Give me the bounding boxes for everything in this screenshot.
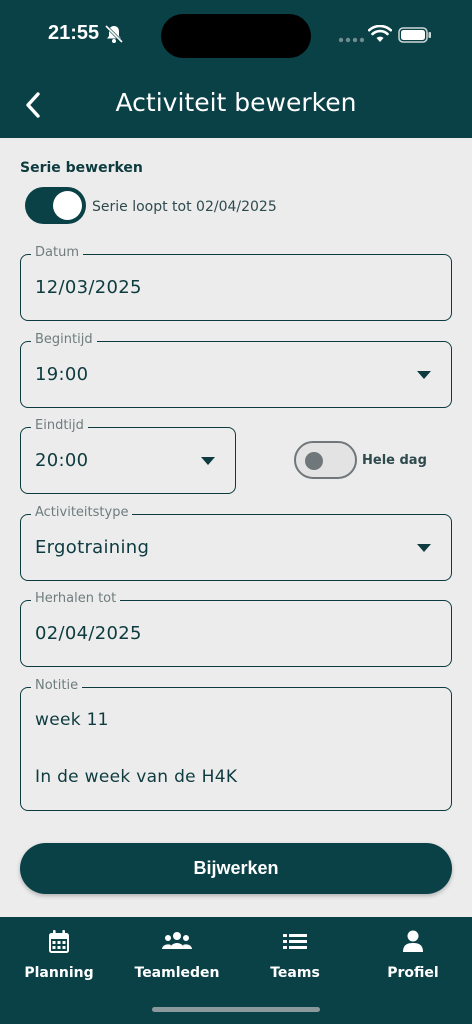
start-time-value: 19:00 <box>35 364 89 385</box>
note-line: In de week van de H4K <box>35 767 238 787</box>
dropdown-caret-icon <box>417 544 431 552</box>
all-day-toggle[interactable] <box>294 441 357 479</box>
end-time-label: Eindtijd <box>31 418 88 434</box>
end-time-select[interactable]: Eindtijd 20:00 <box>20 418 236 494</box>
series-section-label: Serie bewerken <box>20 160 143 176</box>
tab-teams-label: Teams <box>270 965 320 981</box>
series-toggle[interactable] <box>25 187 86 224</box>
activity-type-value: Ergotraining <box>35 537 150 558</box>
tab-teamleden-label: Teamleden <box>134 965 220 981</box>
person-icon <box>403 930 423 952</box>
activity-type-select[interactable]: Activiteitstype Ergotraining <box>20 505 452 581</box>
signal-icon <box>338 37 364 43</box>
app-header: 21:55 Activiteit bewerken <box>0 0 472 138</box>
date-field-label: Datum <box>31 245 83 261</box>
people-icon <box>162 932 192 949</box>
repeat-until-label: Herhalen tot <box>31 591 121 607</box>
tab-planning[interactable]: Planning <box>0 917 118 997</box>
dropdown-caret-icon <box>201 457 215 465</box>
wifi-icon <box>368 25 392 42</box>
all-day-label: Hele dag <box>362 453 427 468</box>
tab-profiel-label: Profiel <box>387 965 439 981</box>
calendar-icon <box>49 930 69 953</box>
tab-teams[interactable]: Teams <box>236 917 354 997</box>
update-button[interactable]: Bijwerken <box>20 843 452 894</box>
series-end-text: Serie loopt tot 02/04/2025 <box>92 199 277 215</box>
home-indicator <box>152 1007 320 1012</box>
start-time-label: Begintijd <box>31 332 97 348</box>
tab-planning-label: Planning <box>24 965 94 981</box>
repeat-until-field[interactable]: Herhalen tot 02/04/2025 <box>20 591 452 667</box>
activity-type-label: Activiteitstype <box>31 505 133 521</box>
repeat-until-value: 02/04/2025 <box>35 623 142 644</box>
note-label: Notitie <box>31 678 83 694</box>
battery-icon <box>398 27 431 43</box>
tab-profiel[interactable]: Profiel <box>354 917 472 997</box>
note-line: week 11 <box>35 710 109 730</box>
list-icon <box>283 934 307 949</box>
bell-muted-icon <box>104 24 124 44</box>
note-textarea[interactable]: Notitie week 11 In de week van de H4K <box>20 678 452 811</box>
start-time-select[interactable]: Begintijd 19:00 <box>20 332 452 408</box>
end-time-value: 20:00 <box>35 450 89 471</box>
status-time: 21:55 <box>48 22 100 44</box>
toggle-knob <box>53 191 82 220</box>
toggle-knob <box>305 452 323 470</box>
date-field[interactable]: Datum 12/03/2025 <box>20 245 452 321</box>
date-field-value: 12/03/2025 <box>35 277 142 298</box>
dropdown-caret-icon <box>417 371 431 379</box>
page-title: Activiteit bewerken <box>115 88 357 117</box>
tab-teamleden[interactable]: Teamleden <box>118 917 236 997</box>
dynamic-island <box>161 14 311 58</box>
